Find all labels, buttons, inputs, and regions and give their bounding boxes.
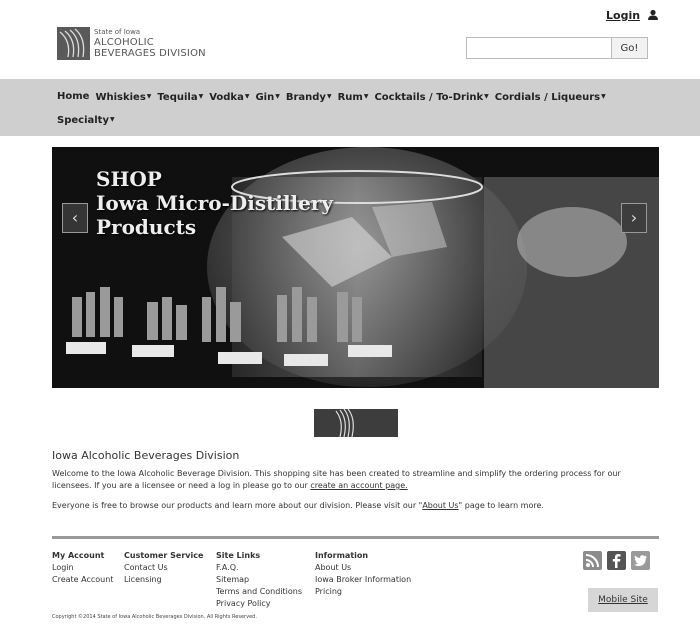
footer-link-broker[interactable]: Iowa Broker Information [315,574,411,586]
footer-col-information: Information About Us Iowa Broker Informa… [315,550,411,598]
caret-down-icon: ▼ [244,93,250,100]
caret-down-icon: ▼ [326,93,332,100]
twitter-icon[interactable] [631,551,650,570]
caret-down-icon: ▼ [198,93,204,100]
nav-item-label: Cocktails / To-Drink [374,92,484,103]
carousel-next-button[interactable]: › [621,203,647,233]
nav-item-gin[interactable]: Gin▼ [255,90,279,105]
slide-heading-line2: Iowa Micro-Distillery [96,191,334,215]
nav-item-rum[interactable]: Rum▼ [338,90,369,105]
footer-heading-information: Information [315,551,369,560]
page-title: Iowa Alcoholic Beverages Division [52,449,240,462]
nav-item-label: Gin [255,92,275,103]
nav-item-whiskies[interactable]: Whiskies▼ [95,90,151,105]
nav-item-home[interactable]: Home [57,90,89,105]
slide-heading-line1: SHOP [96,167,162,191]
footer-col-account: My Account Login Create Account [52,550,113,586]
intro-paragraph: Welcome to the Iowa Alcoholic Beverage D… [52,468,662,492]
footer-col-site-links: Site Links F.A.Q. Sitemap Terms and Cond… [216,550,302,610]
browse-text-before: Everyone is free to browse our products … [52,501,423,510]
search-input[interactable] [466,37,612,59]
logo-mark-icon [57,27,90,60]
logo-alcoholic-text: ALCOHOLIC [94,37,154,48]
nav-item-label: Rum [337,92,363,103]
footer-heading-site-links: Site Links [216,551,261,560]
slide-heading-line3: Products [96,215,197,239]
footer-link-faq[interactable]: F.A.Q. [216,562,302,574]
logo-state-text: State of Iowa [94,28,141,36]
nav-item-label: Cordials / Liqueurs [494,92,601,103]
footer-col-service: Customer Service Contact Us Licensing [124,550,203,586]
footer-heading-account: My Account [52,551,105,560]
nav-item-vodka[interactable]: Vodka▼ [209,90,249,105]
nav-item-label: Tequila [157,92,198,103]
caret-down-icon: ▼ [275,93,280,100]
nav-item-label: Brandy [285,92,326,103]
chevron-right-icon: › [630,208,638,227]
caret-down-icon: ▼ [109,116,115,123]
footer-link-terms[interactable]: Terms and Conditions [216,586,302,598]
hero-carousel[interactable]: SHOP Iowa Micro-Distillery Products ‹ › [52,147,659,388]
nav-list: Home Whiskies▼ Tequila▼ Vodka▼ Gin▼ Brandy▼ Ru… [57,90,657,128]
footer-link-privacy[interactable]: Privacy Policy [216,598,302,610]
nav-item-specialty[interactable]: Specialty▼ [57,113,115,128]
nav-item-brandy[interactable]: Brandy▼ [286,90,332,105]
nav-item-label: Home [57,91,90,102]
chevron-left-icon: ‹ [71,208,79,227]
footer-heading-service: Customer Service [124,551,204,560]
browse-text-after: " page to learn more. [458,501,544,510]
division-logo-icon [314,409,398,437]
main-nav: Home Whiskies▼ Tequila▼ Vodka▼ Gin▼ Brandy▼ Ru… [0,79,700,136]
mobile-site-button[interactable]: Mobile Site [588,588,658,612]
nav-item-label: Whiskies [95,92,146,103]
footer-link-contact[interactable]: Contact Us [124,562,203,574]
copyright-text: Copyright ©2014 State of Iowa Alcoholic … [52,614,257,620]
nav-item-cocktails-to-drink[interactable]: Cocktails / To-Drink▼ [374,90,488,105]
footer-link-create-account[interactable]: Create Account [52,574,113,586]
nav-item-label: Specialty [57,115,109,126]
footer-link-about[interactable]: About Us [315,562,411,574]
caret-down-icon: ▼ [146,93,152,100]
create-account-link[interactable]: create an account page. [310,481,407,490]
user-icon[interactable] [647,9,659,21]
footer-link-licensing[interactable]: Licensing [124,574,203,586]
caret-down-icon: ▼ [484,93,489,100]
footer-link-pricing[interactable]: Pricing [315,586,411,598]
footer-divider [52,536,659,539]
caret-down-icon: ▼ [363,93,369,100]
site-logo[interactable]: State of Iowa ALCOHOLIC BEVERAGES DIVISI… [57,27,207,63]
search-go-button[interactable]: Go! [612,37,648,59]
slide-heading[interactable]: SHOP Iowa Micro-Distillery Products [96,167,333,239]
login-link[interactable]: Login [606,9,640,22]
browse-paragraph: Everyone is free to browse our products … [52,500,662,512]
nav-item-label: Vodka [209,92,244,103]
nav-item-tequila[interactable]: Tequila▼ [157,90,203,105]
rss-icon[interactable] [583,551,602,570]
footer-link-sitemap[interactable]: Sitemap [216,574,302,586]
facebook-icon[interactable] [607,551,626,570]
logo-division-text: BEVERAGES DIVISION [94,48,206,59]
carousel-prev-button[interactable]: ‹ [62,203,88,233]
about-us-link[interactable]: About Us [422,501,458,510]
social-links [583,551,650,570]
caret-down-icon: ▼ [601,93,606,100]
nav-item-cordials-liqueurs[interactable]: Cordials / Liqueurs▼ [495,90,606,105]
footer-link-login[interactable]: Login [52,562,113,574]
